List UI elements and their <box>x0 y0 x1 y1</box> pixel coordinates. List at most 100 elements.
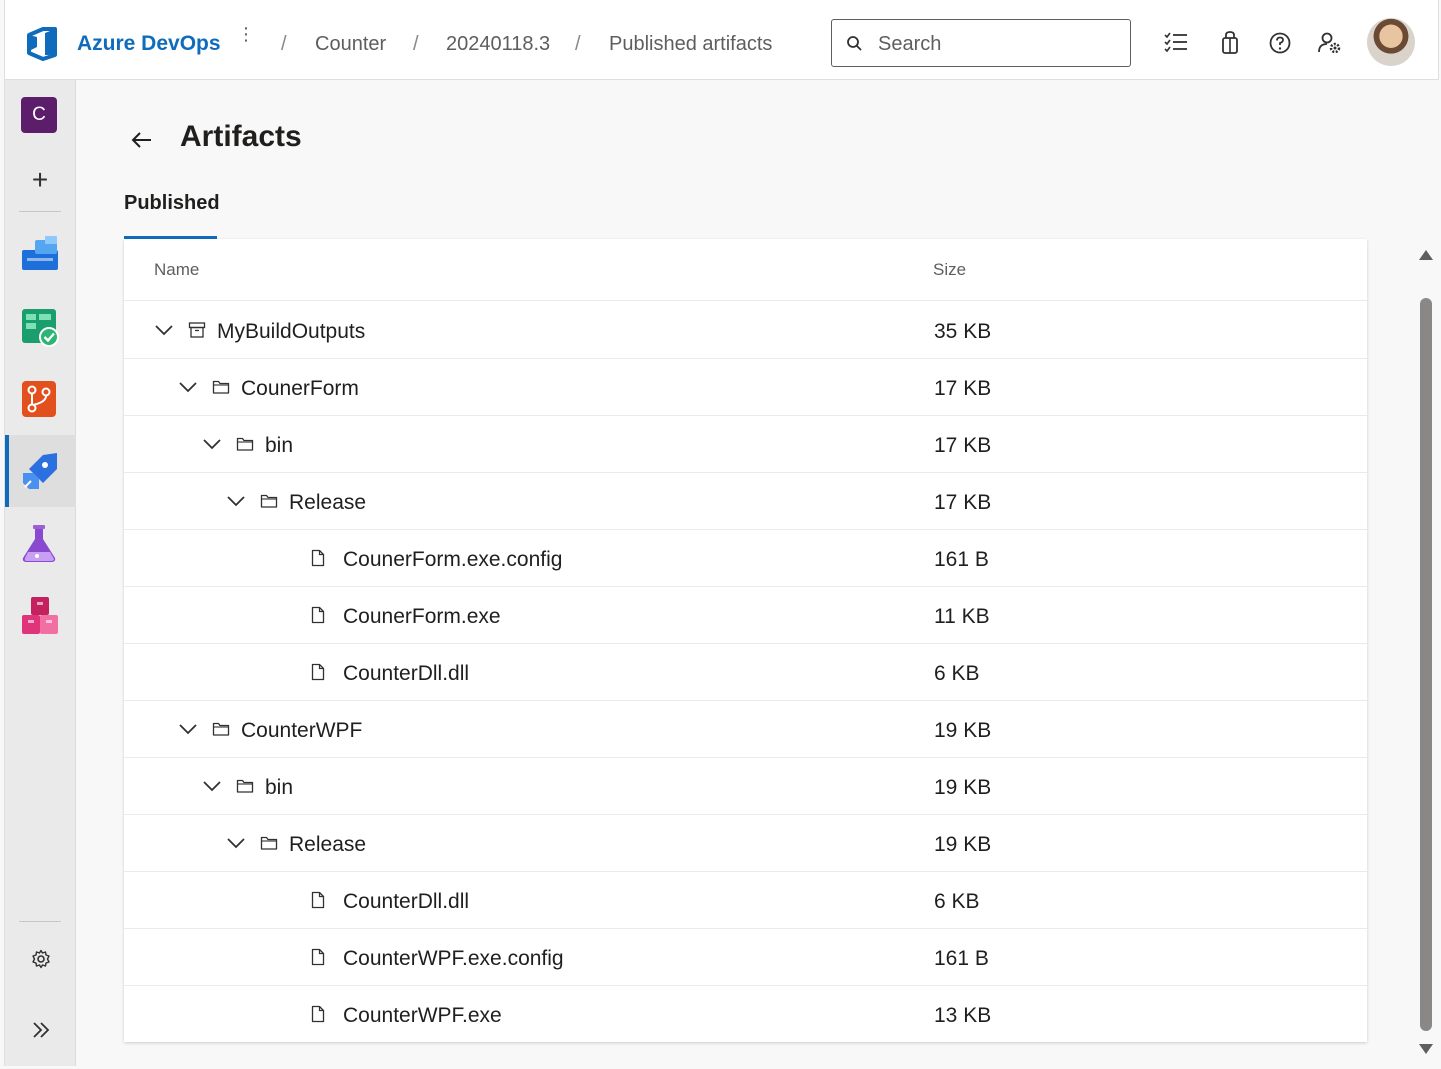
brand-title[interactable]: Azure DevOps <box>77 32 221 56</box>
back-arrow-icon[interactable] <box>130 128 154 152</box>
azure-devops-logo-icon[interactable] <box>25 25 61 61</box>
row-size: 11 KB <box>934 605 990 628</box>
search-icon <box>847 36 862 51</box>
table-row[interactable]: MyBuildOutputs 35 KB <box>124 302 1367 359</box>
chevron-down-icon[interactable] <box>178 722 198 736</box>
table-row[interactable]: CounterDll.dll 6 KB <box>124 872 1367 929</box>
breadcrumb-current[interactable]: Published artifacts <box>609 33 772 56</box>
artifact-archive-icon <box>188 322 206 338</box>
more-options-icon[interactable]: ⋮ <box>237 25 255 43</box>
row-size: 6 KB <box>934 890 980 913</box>
expand-sidebar-chevrons-icon[interactable] <box>31 1021 51 1039</box>
row-name[interactable]: CounterDll.dll <box>343 662 469 686</box>
row-size: 35 KB <box>934 320 992 343</box>
table-row[interactable]: CounerForm 17 KB <box>124 359 1367 416</box>
task-list-icon[interactable] <box>1163 30 1189 56</box>
breadcrumb-project[interactable]: Counter <box>315 33 386 56</box>
table-row[interactable]: bin 17 KB <box>124 416 1367 473</box>
chevron-down-icon[interactable] <box>226 494 246 508</box>
table-header: Name Size <box>124 239 1367 301</box>
sidebar-item-repos[interactable] <box>5 366 76 430</box>
scroll-up-arrow-icon[interactable] <box>1419 250 1433 260</box>
chevron-down-icon[interactable] <box>202 779 222 793</box>
chevron-down-icon[interactable] <box>226 836 246 850</box>
folder-icon <box>212 722 230 736</box>
row-size: 17 KB <box>934 377 992 400</box>
search-input[interactable] <box>878 30 1118 58</box>
table-row[interactable]: bin 19 KB <box>124 758 1367 815</box>
top-bar: Azure DevOps ⋮ / Counter / 20240118.3 / … <box>4 0 1439 80</box>
scroll-down-arrow-icon[interactable] <box>1419 1044 1433 1054</box>
row-size: 13 KB <box>934 1004 992 1027</box>
page-title: Artifacts <box>180 120 302 153</box>
column-header-name[interactable]: Name <box>154 260 199 280</box>
project-settings-gear-icon[interactable] <box>31 949 51 969</box>
sidebar-item-overview[interactable] <box>5 222 76 286</box>
file-icon <box>311 891 325 909</box>
table-row[interactable]: CounterWPF 19 KB <box>124 701 1367 758</box>
table-row[interactable]: CounerForm.exe 11 KB <box>124 587 1367 644</box>
file-icon <box>311 1005 325 1023</box>
folder-icon <box>236 437 254 451</box>
boards-icon <box>22 309 59 347</box>
folder-icon <box>260 494 278 508</box>
sidebar-item-test-plans[interactable] <box>5 510 76 574</box>
table-row[interactable]: Release 17 KB <box>124 473 1367 530</box>
row-name[interactable]: CounerForm <box>241 377 359 401</box>
new-project-plus-icon[interactable]: + <box>27 162 53 198</box>
overview-icon <box>22 236 58 270</box>
row-name[interactable]: bin <box>265 776 293 800</box>
row-name[interactable]: CounterDll.dll <box>343 890 469 914</box>
table-row[interactable]: CounterDll.dll 6 KB <box>124 644 1367 701</box>
table-row[interactable]: CounerForm.exe.config 161 B <box>124 530 1367 587</box>
row-name[interactable]: CounterWPF <box>241 719 362 743</box>
row-size: 6 KB <box>934 662 980 685</box>
scrollbar-thumb[interactable] <box>1420 298 1432 1031</box>
row-name[interactable]: CounterWPF.exe <box>343 1004 502 1028</box>
search-box[interactable] <box>831 19 1131 67</box>
artifacts-table: Name Size MyBuildOutputs 35 KB CounerForm 1… <box>124 239 1367 1042</box>
row-name[interactable]: CounerForm.exe <box>343 605 501 629</box>
breadcrumb-separator: / <box>281 33 287 55</box>
tab-published[interactable]: Published <box>124 192 220 239</box>
file-icon <box>311 549 325 567</box>
sidebar-item-artifacts[interactable] <box>5 582 76 646</box>
folder-icon <box>260 836 278 850</box>
repos-icon <box>22 381 56 417</box>
row-name[interactable]: Release <box>289 491 366 515</box>
row-name[interactable]: bin <box>265 434 293 458</box>
sidebar-item-pipelines[interactable] <box>5 435 76 507</box>
user-avatar[interactable] <box>1367 18 1415 66</box>
row-name[interactable]: MyBuildOutputs <box>217 320 365 344</box>
file-icon <box>311 948 325 966</box>
organization-tile[interactable]: C <box>21 97 57 133</box>
left-navigation-rail: C + <box>4 80 76 1066</box>
marketplace-bag-icon[interactable] <box>1217 30 1243 56</box>
row-size: 19 KB <box>934 719 992 742</box>
row-name[interactable]: CounterWPF.exe.config <box>343 947 564 971</box>
file-icon <box>311 606 325 624</box>
file-icon <box>311 663 325 681</box>
row-name[interactable]: Release <box>289 833 366 857</box>
row-size: 161 B <box>934 947 989 970</box>
chevron-down-icon[interactable] <box>154 323 174 337</box>
rail-divider <box>19 921 61 922</box>
table-row[interactable]: Release 19 KB <box>124 815 1367 872</box>
row-size: 19 KB <box>934 833 992 856</box>
folder-icon <box>236 779 254 793</box>
test-plans-icon <box>22 525 56 562</box>
artifacts-icon <box>22 597 58 634</box>
help-icon[interactable] <box>1267 30 1293 56</box>
chevron-down-icon[interactable] <box>202 437 222 451</box>
table-row[interactable]: CounterWPF.exe.config 161 B <box>124 929 1367 986</box>
folder-icon <box>212 380 230 394</box>
row-size: 17 KB <box>934 434 992 457</box>
breadcrumb-separator: / <box>413 33 419 55</box>
chevron-down-icon[interactable] <box>178 380 198 394</box>
column-header-size[interactable]: Size <box>933 260 966 280</box>
breadcrumb-build[interactable]: 20240118.3 <box>446 33 550 56</box>
table-row[interactable]: CounterWPF.exe 13 KB <box>124 986 1367 1043</box>
user-settings-icon[interactable] <box>1317 30 1343 56</box>
sidebar-item-boards[interactable] <box>5 294 76 358</box>
row-name[interactable]: CounerForm.exe.config <box>343 548 562 572</box>
